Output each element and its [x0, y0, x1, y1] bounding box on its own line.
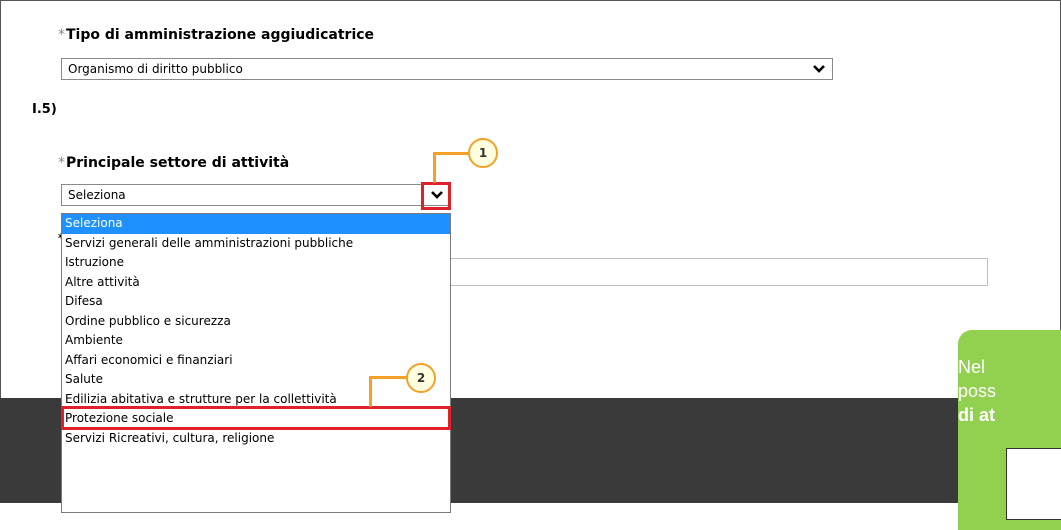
dropdown-option[interactable]: Servizi generali delle amministrazioni p… [62, 234, 450, 254]
dropdown-option[interactable]: Difesa [62, 292, 450, 312]
dropdown-option[interactable]: Istruzione [62, 253, 450, 273]
callout-inner-box [1006, 448, 1061, 520]
leader-line-2-horizontal [369, 376, 409, 379]
leader-line-1-horizontal [433, 152, 470, 155]
required-marker: * [58, 27, 65, 43]
leader-line-2-vertical [369, 376, 372, 407]
callout-line-1: Nel [958, 357, 986, 377]
select-value: Seleziona [68, 188, 126, 202]
highlight-salute [61, 406, 451, 430]
required-marker: * [58, 155, 65, 171]
settore-attivita-dropdown-list[interactable]: Seleziona Servizi generali delle amminis… [61, 213, 451, 513]
dropdown-option[interactable]: Affari economici e finanziari [62, 351, 450, 371]
field-label-tipo-amministrazione: *Tipo di amministrazione aggiudicatrice [58, 27, 374, 43]
dropdown-option-salute[interactable]: Salute [62, 370, 450, 390]
dropdown-option[interactable]: Ambiente [62, 331, 450, 351]
chevron-down-icon[interactable] [812, 61, 826, 77]
callout-line-3: di at [958, 405, 996, 425]
select-value: Organismo di diritto pubblico [68, 62, 243, 76]
section-heading: I.5) [32, 102, 57, 117]
dropdown-option[interactable]: Servizi Ricreativi, cultura, religione [62, 429, 450, 449]
dropdown-option[interactable]: Seleziona [62, 214, 450, 234]
field-label-settore-attivita: *Principale settore di attività [58, 155, 289, 171]
step-badge-1: 1 [468, 138, 498, 168]
field-label-text: Principale settore di attività [66, 155, 290, 171]
callout-text: Nel poss di at [958, 355, 996, 427]
tipo-amministrazione-select[interactable]: Organismo di diritto pubblico [61, 58, 833, 80]
field-label-text: Tipo di amministrazione aggiudicatrice [66, 27, 375, 43]
step-badge-2: 2 [406, 363, 436, 393]
dropdown-option[interactable]: Ordine pubblico e sicurezza [62, 312, 450, 332]
leader-line-1-vertical [433, 152, 436, 183]
dropdown-option[interactable]: Altre attività [62, 273, 450, 293]
settore-attivita-select[interactable]: Seleziona [61, 184, 451, 206]
highlight-chevron [421, 182, 451, 210]
callout-line-2: poss [958, 381, 997, 401]
